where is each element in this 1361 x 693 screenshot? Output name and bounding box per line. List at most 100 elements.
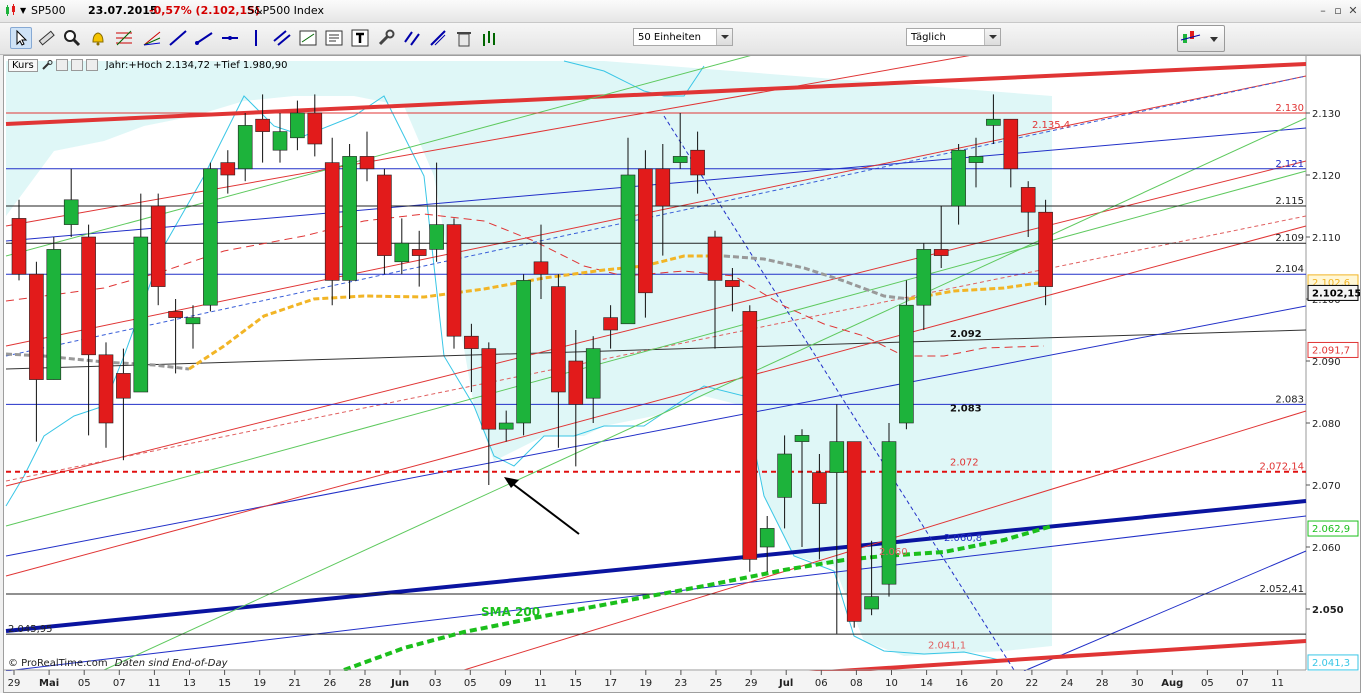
bullish-candle [498, 422, 514, 430]
expand-icon[interactable] [56, 59, 69, 71]
bullish-candle [237, 125, 253, 170]
vertical-line-icon[interactable] [246, 28, 266, 48]
window-titlebar: ▼ SP500 23.07.2015 -0,57% (2.102,15) S&P… [0, 0, 1361, 23]
bearish-candle [307, 112, 323, 145]
x-tick-label: 03 [429, 678, 442, 689]
price-tag-label: 2.062,9 [1312, 524, 1350, 535]
bearish-candle [377, 174, 392, 256]
bearish-candle [411, 249, 427, 256]
trend-line-blue [1023, 550, 1307, 672]
x-tick-label: Jul [778, 678, 793, 689]
channel-icon[interactable] [272, 28, 292, 48]
bearish-candle [551, 286, 566, 393]
zoom-icon[interactable] [62, 28, 82, 48]
fibonacci-icon[interactable] [114, 28, 134, 48]
bearish-candle [464, 335, 479, 349]
price-tag-label: 2.041,3 [1312, 658, 1350, 669]
y-tick-label: 2.130 [1312, 109, 1341, 120]
level-label: 2.052,41 [1259, 584, 1304, 595]
bullish-candle [585, 348, 601, 399]
indicator-menu-button[interactable] [1177, 25, 1225, 52]
bearish-candle [481, 348, 497, 430]
x-tick-label: 20 [990, 678, 1003, 689]
period-dropdown[interactable]: Täglich [906, 28, 1001, 46]
bullish-candle [864, 596, 879, 610]
minimize-button[interactable]: – [1316, 4, 1330, 17]
level-label: 2.092 [950, 329, 982, 340]
x-tick-label: 15 [218, 678, 231, 689]
close-panel-icon[interactable] [86, 59, 99, 71]
y-tick-label: 2.080 [1312, 419, 1341, 430]
ruler-icon[interactable] [36, 28, 56, 48]
bearish-candle [98, 354, 114, 424]
text-box-icon[interactable] [324, 28, 344, 48]
parallel-icon[interactable] [402, 28, 422, 48]
pitchfork-icon[interactable] [428, 28, 448, 48]
delete-icon[interactable] [454, 28, 474, 48]
x-tick-label: 11 [1271, 678, 1284, 689]
symbol-label[interactable]: SP500 [31, 4, 66, 17]
bullish-candle [881, 441, 897, 585]
text-icon[interactable] [350, 28, 370, 48]
x-tick-label: Mai [39, 678, 59, 689]
bullish-candle [777, 453, 792, 498]
level-label: 2.072,14 [1259, 462, 1304, 473]
trendline-icon[interactable] [168, 28, 188, 48]
main-support-line [5, 499, 1307, 633]
date-label: 23.07.2015 [88, 4, 158, 17]
bearish-candle [81, 236, 96, 356]
ray-icon[interactable] [194, 28, 214, 48]
chevron-down-icon[interactable] [984, 29, 1000, 45]
close-button[interactable]: ✕ [1346, 4, 1360, 17]
tool-icon[interactable] [376, 28, 396, 48]
x-tick-label: 09 [499, 678, 512, 689]
horizontal-line-icon[interactable] [220, 28, 240, 48]
price-chart[interactable]: 2.130 2.121 2.115 2.109 2.104 2.092 2.083 2.083… [4, 56, 1360, 692]
collapse-icon[interactable] [71, 59, 84, 71]
y-tick-label: 2.090 [1312, 357, 1341, 368]
cursor-icon[interactable] [10, 27, 32, 49]
bullish-candle [968, 156, 984, 163]
bullish-candle [620, 174, 636, 325]
wrench-icon[interactable] [41, 60, 53, 70]
bearish-candle [116, 373, 131, 399]
bullish-candle [429, 224, 444, 250]
bars-icon[interactable] [480, 28, 500, 48]
bearish-candle [29, 273, 44, 380]
candlestick-app-icon [6, 4, 15, 16]
alert-bell-icon[interactable] [88, 28, 108, 48]
x-tick-label: 10 [885, 678, 898, 689]
bearish-candle [933, 249, 949, 256]
bullish-candle [342, 156, 357, 281]
bullish-candle [899, 304, 914, 424]
bearish-candle [707, 236, 723, 281]
chevron-down-icon[interactable] [716, 29, 732, 45]
chart-panel[interactable]: 2.130 2.121 2.115 2.109 2.104 2.092 2.083 2.083… [3, 55, 1361, 693]
units-value: 50 Einheiten [638, 32, 702, 43]
bearish-candle [533, 261, 549, 275]
level-label: 2.083 [950, 404, 982, 415]
bearish-candle [255, 118, 270, 132]
x-tick-label: 30 [1131, 678, 1144, 689]
x-tick-label: 19 [639, 678, 652, 689]
kurs-label[interactable]: Kurs [8, 59, 38, 72]
x-tick-label: 26 [324, 678, 337, 689]
bullish-candle [516, 280, 531, 424]
bullish-candle [133, 236, 149, 393]
chevron-down-icon[interactable]: ▼ [20, 6, 26, 15]
fan-icon[interactable] [142, 28, 162, 48]
units-dropdown[interactable]: 50 Einheiten [633, 28, 733, 46]
x-tick-label: 11 [534, 678, 547, 689]
x-tick-label: 11 [148, 678, 161, 689]
copyright-text: © ProRealTime.com [8, 658, 108, 669]
x-tick-label: 29 [8, 678, 21, 689]
bearish-candle [1003, 118, 1019, 170]
bearish-candle [812, 472, 827, 504]
price-tag-label: 2.091,7 [1312, 345, 1350, 356]
bearish-candle [638, 168, 653, 294]
regression-icon[interactable] [298, 28, 318, 48]
x-tick-label: 22 [1026, 678, 1039, 689]
restore-button[interactable]: ▫ [1331, 4, 1345, 17]
price-tag-label: 2.102,15 [1312, 288, 1360, 299]
y-tick-label: 2.070 [1312, 481, 1341, 492]
